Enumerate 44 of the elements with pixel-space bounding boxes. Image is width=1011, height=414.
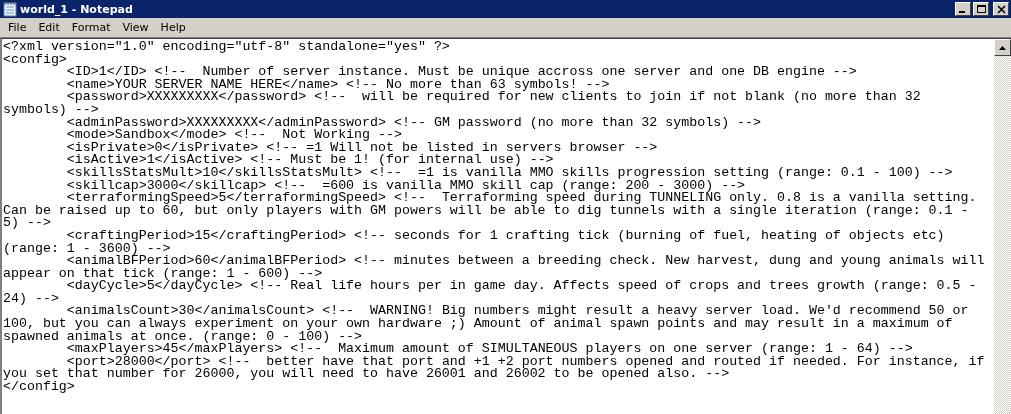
text-line: <name>YOUR SERVER NAME HERE</name> <!-- No more than 63 symbols! --> bbox=[65, 78, 610, 92]
text-line: you set that number for 26000, you will need to have 26001 and 26002 to be opened also. --> bbox=[3, 368, 730, 382]
text-line: spawned animals at once. (range: 0 - 100) --> bbox=[3, 330, 363, 344]
text-line: <config> bbox=[3, 53, 67, 67]
text-line: symbols) --> bbox=[3, 103, 99, 117]
up-arrow-icon bbox=[999, 45, 1006, 50]
text-line: 24) --> bbox=[3, 292, 59, 306]
text-line: <skillsStatsMult>10</skillsStatsMult> <!-- =1 is vanilla MMO skills progression setting (range: 0.1 - 100) --> bbox=[65, 166, 953, 180]
text-line: <dayCycle>5</dayCycle> <!-- Real life hours per in game day. Affects speed of crops and trees growth (range: 0.5 - bbox=[65, 280, 977, 293]
text-line: 5) --> bbox=[3, 217, 51, 230]
minimize-button[interactable] bbox=[955, 2, 971, 16]
notepad-icon bbox=[3, 1, 17, 17]
text-line: <skillcap>3000</skillcap> <!-- =600 is vanilla MMO skill cap (range: 200 - 3000) --> bbox=[65, 179, 746, 193]
text-line: <?xml version="1.0" encoding="utf-8" standalone="yes" ?> bbox=[3, 41, 450, 54]
text-line: <isPrivate>0</isPrivate> <!-- =1 Will not be listed in servers browser --> bbox=[65, 141, 658, 155]
text-line: <terraformingSpeed>5</terraformingSpeed> <!-- Terraforming speed during TUNNELING only. 0.8 is a vanilla setting. bbox=[66, 192, 977, 205]
scroll-up-button[interactable] bbox=[994, 39, 1011, 56]
text-line: <animalsCount>30</animalsCount> <!-- WARNING! Big numbers might result a heavy server load. We'd recommend 50 or bbox=[66, 305, 969, 319]
close-icon bbox=[996, 4, 1006, 14]
text-line: 100, but you can always experiment on your own hardware ;) Amount of animal spawn points and may result in a maximum of bbox=[3, 318, 953, 331]
maximize-icon bbox=[976, 4, 986, 14]
menu-item[interactable]: Help bbox=[154, 21, 192, 34]
text-line: <ID>1</ID> <!-- Number of server instance. Must be unique accross one server and one DB engine --> bbox=[66, 66, 857, 79]
text-line: <craftingPeriod>15</craftingPeriod> <!-- seconds for 1 crafting tick (burning of fuel, heating of objects etc) bbox=[65, 229, 945, 243]
menu-item[interactable]: Edit bbox=[32, 21, 66, 34]
text-line: <animalBFPeriod>60</animalBFPeriod> <!-- minutes between a breeding check. New harvest, dung and young animals will bbox=[65, 255, 985, 268]
window-title: world_1 - Notepad bbox=[20, 2, 134, 16]
close-button[interactable] bbox=[993, 2, 1009, 16]
menu-item[interactable]: Format bbox=[65, 21, 117, 34]
text-line: <adminPassword>XXXXXXXXX</adminPassword> <!-- GM password (no more than 32 symbols) --> bbox=[65, 116, 762, 130]
scrollbar[interactable] bbox=[994, 39, 1011, 414]
text-line: <isActive>1</isActive> <!-- Must be 1! (for internal use) --> bbox=[65, 154, 554, 167]
text-line: </config> bbox=[3, 381, 75, 394]
text-line: <maxPlayers>45</maxPlayers> <!-- Maximum amount of SIMULTANEOUS players on one server (range: 1 - 64) --> bbox=[65, 343, 913, 356]
text-line: appear on that tick (range: 1 - 600) --> bbox=[3, 267, 323, 281]
menu-item[interactable]: View bbox=[116, 21, 155, 34]
minimize-icon bbox=[959, 11, 965, 13]
menu-item[interactable]: File bbox=[2, 21, 33, 34]
text-line: <password>XXXXXXXXX</password> <!-- will be required for new clients to join if not blank (no more than 32 bbox=[65, 91, 921, 104]
text-line: (range: 1 - 3600) --> bbox=[3, 242, 171, 256]
text-line: <port>28000</port> <!-- better have that port and +1 +2 port numbers opened and routed if needed. For instance, if bbox=[65, 355, 985, 369]
maximize-button[interactable] bbox=[973, 2, 989, 16]
text-line: Can be raised up to 60, but only players with GM powers will be able to dig tunnels with a single iteration (range: 0.1 - bbox=[3, 204, 969, 218]
text-line: <mode>Sandbox</mode> <!-- Not Working --> bbox=[65, 129, 402, 142]
